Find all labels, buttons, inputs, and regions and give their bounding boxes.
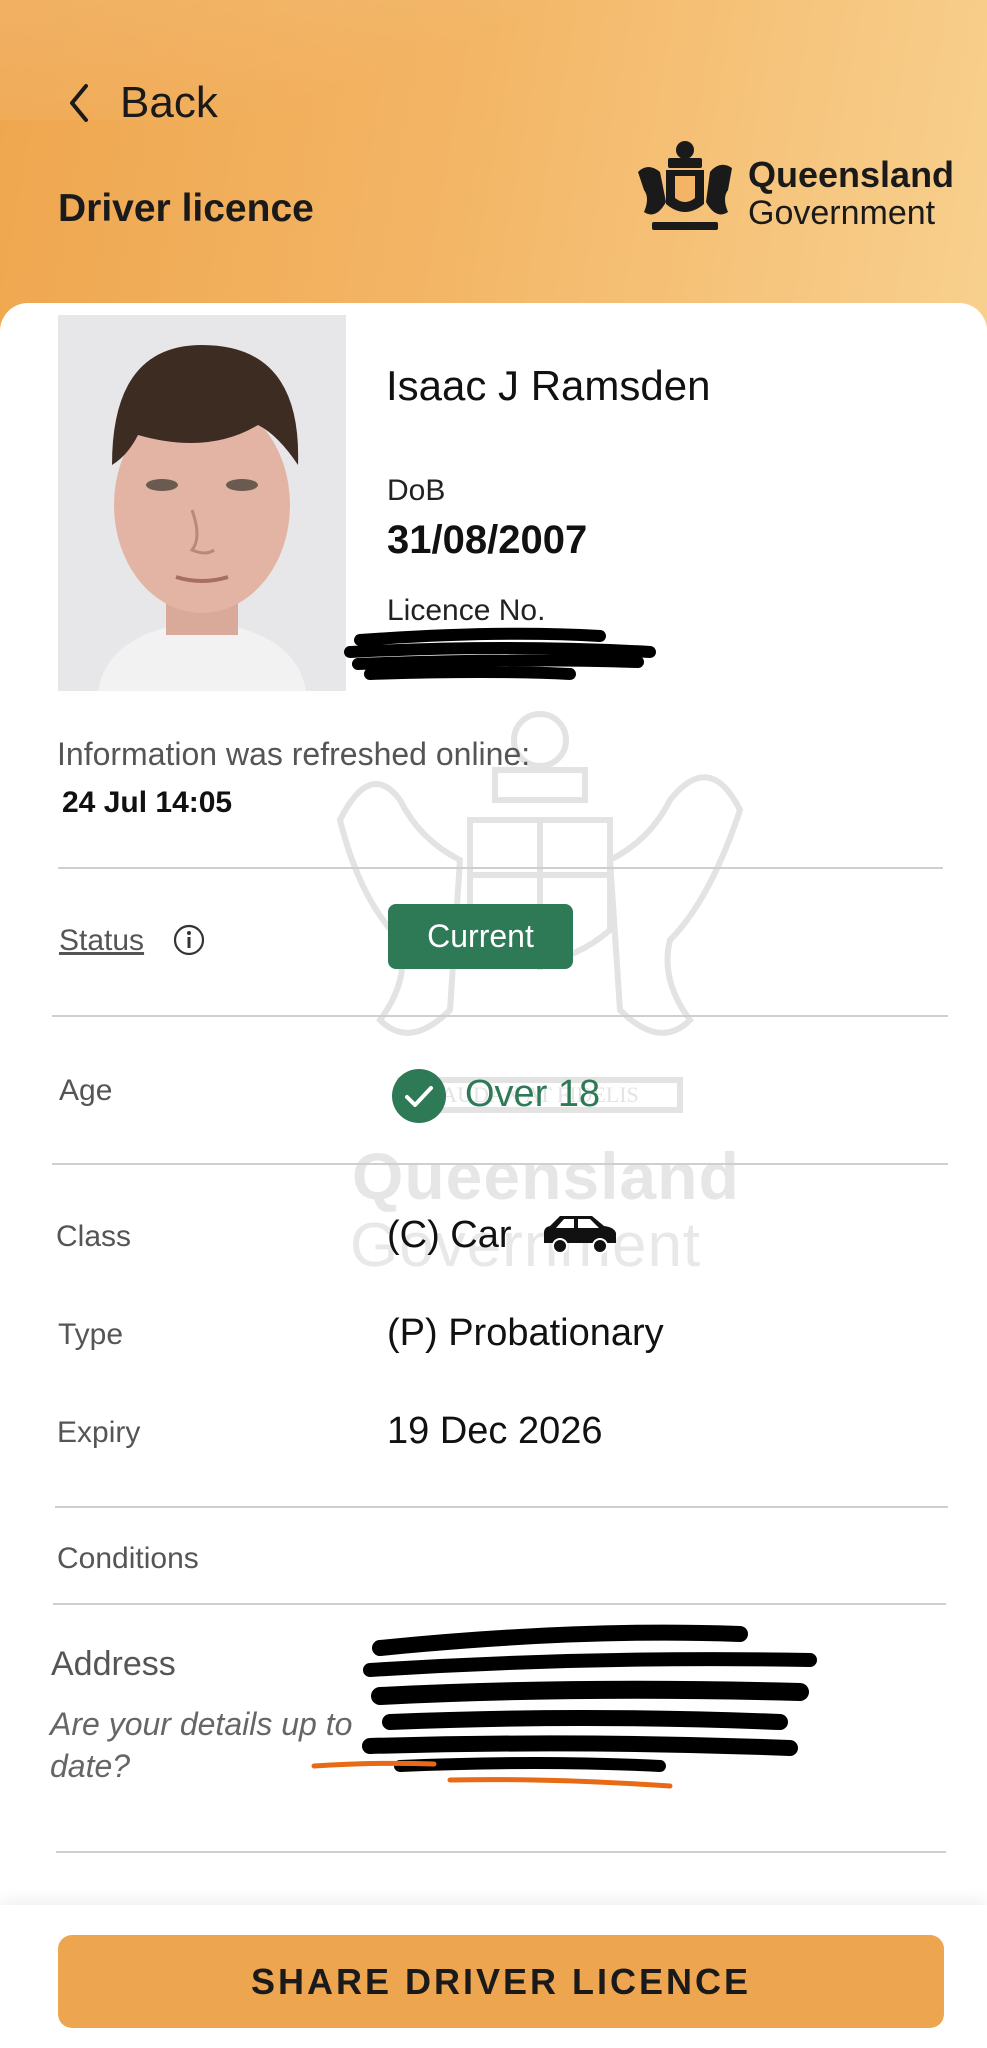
expiry-value: 19 Dec 2026 [387,1410,603,1452]
licence-holder-name: Isaac J Ramsden [386,362,711,409]
type-label: Type [58,1318,124,1351]
queensland-crest-icon [638,141,732,230]
portrait-image [58,315,346,691]
share-driver-licence-button[interactable]: SHARE DRIVER LICENCE [58,1935,944,2028]
refresh-label: Information was refreshed online: [57,736,531,772]
dob-value: 31/08/2007 [387,518,588,562]
back-button[interactable]: Back [62,78,218,128]
licence-number-redaction [344,627,656,680]
divider [56,1851,946,1853]
age-value: Over 18 [465,1073,601,1115]
dob-label: DoB [387,474,446,507]
check-circle-icon [392,1069,446,1123]
back-label: Back [120,78,218,127]
page-title: Driver licence [58,187,314,230]
car-icon [544,1216,616,1254]
logo-text-government: Government [748,194,936,232]
class-value: (C) Car [387,1214,512,1256]
chevron-left-icon [70,84,88,122]
address-label: Address [51,1645,176,1683]
watermark-text-queensland: Queensland [352,1139,740,1213]
licence-photo [58,315,346,691]
status-label-link[interactable]: Status [59,924,144,958]
queensland-government-logo: Queensland Government [630,132,954,242]
divider [52,1163,948,1165]
status-badge: Current [388,904,573,969]
divider [53,1603,946,1605]
divider [58,867,943,869]
header: Back Driver licence Queensland Governmen… [0,0,987,340]
divider [52,1015,948,1017]
class-label: Class [56,1220,132,1253]
info-icon[interactable] [173,924,205,956]
address-redaction [311,1624,817,1789]
expiry-label: Expiry [57,1416,141,1449]
conditions-label: Conditions [57,1542,199,1575]
age-label: Age [59,1074,113,1107]
divider [55,1506,948,1508]
refresh-timestamp: 24 Jul 14:05 [62,786,233,819]
logo-text-queensland: Queensland [748,154,955,195]
type-value: (P) Probationary [387,1312,664,1354]
